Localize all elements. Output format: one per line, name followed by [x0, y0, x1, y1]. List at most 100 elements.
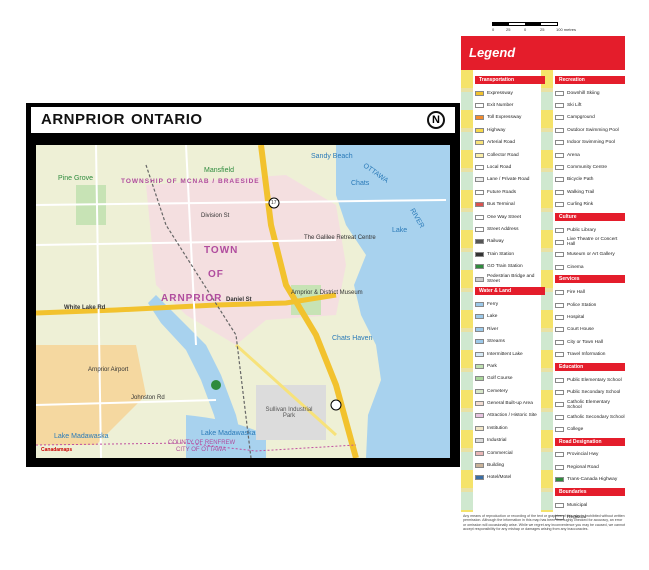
legend-swatch-icon [475, 115, 484, 121]
legend-item-label: Catholic Elementary School [567, 399, 610, 410]
legend-item: Downhill Skiing [555, 87, 625, 99]
legend-item-label: Future Roads [487, 189, 517, 195]
legend-item: Future Roads [475, 186, 545, 198]
legend-swatch-icon [475, 276, 484, 282]
legend-item: Ferry [475, 298, 545, 310]
map-title-main: ARNPRIOR [41, 111, 126, 128]
legend-swatch-icon [555, 189, 564, 195]
johnston-label: Johnston Rd [131, 395, 165, 401]
legend-item-label: Police Station [567, 302, 597, 308]
legend-swatch-icon [555, 264, 564, 270]
legend-swatch-icon [555, 90, 564, 96]
township-label: TOWNSHIP OF MCNAB / BRAESIDE [121, 178, 260, 185]
legend-swatch-icon [555, 290, 564, 296]
legend-swatch-icon [475, 339, 484, 345]
legend-item: Fire Hall [555, 286, 625, 298]
legend-swatch-icon [555, 239, 564, 245]
legend-item: Regional Road [555, 461, 625, 473]
legend-item-label: Trans-Canada Highway [567, 477, 618, 483]
legend-item: Bus Terminal [475, 199, 545, 211]
legend-swatch-icon [475, 251, 484, 257]
legend-item-label: General Built-up Area [487, 401, 533, 407]
hwy-17-label: 17 [271, 200, 277, 206]
legend-item-label: Exit Number [487, 103, 514, 109]
legend-swatch-icon [475, 226, 484, 232]
galilee-label: The Galilee Retreat Centre [304, 235, 376, 241]
legend-item: Hotel/Motel [475, 472, 545, 484]
scale-label-2: 0 [524, 27, 527, 32]
airport-area [36, 345, 146, 445]
legend-item-label: City or Town Hall [567, 339, 603, 345]
legend-swatch-icon [555, 127, 564, 133]
legend-section-header: Recreation [555, 76, 625, 84]
legend-item: College [555, 423, 625, 435]
legend-item-label: Museum or Art Gallery [567, 252, 615, 258]
sullivan-label: Sullivan Industrial Park [265, 407, 313, 419]
legend-item: Expressway [475, 87, 545, 99]
legend-section-header: Education [555, 362, 625, 371]
map-canvas[interactable]: Pine Grove Mansfield TOWNSHIP OF MCNAB /… [36, 145, 450, 458]
legend-column-2: Recreation Downhill Skiing Ski Lift Campgro… [555, 74, 625, 524]
legend-item: Public Secondary School [555, 386, 625, 398]
legend-section-header: Transportation [475, 76, 545, 84]
legend-item: City or Town Hall [555, 336, 625, 348]
legend-swatch-icon [555, 115, 564, 121]
legend-swatch-icon [475, 438, 484, 444]
legend-swatch-icon [555, 339, 564, 345]
legend-item-label: Cinema [567, 264, 584, 270]
watermark: Canadamaps [41, 447, 73, 453]
legend-item-label: Highway [487, 127, 506, 133]
scale-label-4: 100 metres [556, 27, 577, 32]
legend-swatch-icon [475, 376, 484, 382]
legend-item: Park [475, 360, 545, 372]
legend-item: Highway [475, 124, 545, 136]
legend-item-label: River [487, 326, 499, 332]
legend-swatch-icon [555, 252, 564, 258]
legend-swatch-icon [555, 352, 564, 358]
legend-item: Arena [555, 149, 625, 161]
legend-swatch-icon [555, 502, 564, 508]
legend-item-label: Lane / Private Road [487, 177, 530, 183]
mansfield-label: Mansfield [204, 167, 234, 174]
legend-header: Legend [461, 36, 625, 70]
legend-item-label: Live Theatre or Concert Hall [567, 237, 618, 248]
scale-label-1: 25 [506, 27, 511, 32]
legend-item-label: Catholic Secondary School [567, 414, 625, 420]
legend-section-header: Culture [555, 212, 625, 221]
white-lake-rd-label: White Lake Rd [64, 305, 106, 311]
legend-item-label: Toll Expressway [487, 115, 522, 121]
legend-swatch-icon [475, 264, 484, 270]
legend-item: Local Road [475, 161, 545, 173]
legend-swatch-icon [555, 464, 564, 470]
legend-item-label: Public Library [567, 227, 597, 233]
legend-item-label: College [567, 427, 584, 433]
legend-item: Golf Course [475, 373, 545, 385]
legend-swatch-icon [475, 214, 484, 220]
legend-item-label: Ski Lift [567, 103, 582, 109]
legend-item-label: One Way Street [487, 214, 521, 220]
legend-item-label: Campground [567, 115, 595, 121]
legend-item: Pedestrian Bridge and Street [475, 273, 545, 285]
legend-item-label: Attraction / Historic Site [487, 413, 537, 419]
legend-item: Building [475, 459, 545, 471]
city-label: CITY OF OTTAWA [176, 447, 226, 453]
legend-item: Attraction / Historic Site [475, 410, 545, 422]
legend-item: Toll Expressway [475, 112, 545, 124]
legend-swatch-icon [475, 413, 484, 419]
legend: Transportation Expressway Exit Number Toll … [461, 70, 625, 521]
airport-label: Arnprior Airport [88, 367, 129, 373]
legend-item: Arterial Road [475, 137, 545, 149]
legend-item-label: Indoor Swimming Pool [567, 140, 615, 146]
legend-item: Ski Lift [555, 99, 625, 111]
legend-item-label: Walking Trail [567, 189, 595, 195]
legend-section-header: Road Designation [555, 437, 625, 446]
legend-item-label: Downhill Skiing [567, 90, 600, 96]
museum-label: Arnprior & District Museum [291, 290, 363, 296]
legend-item: Collector Road [475, 149, 545, 161]
legend-item-label: Public Elementary School [567, 377, 622, 383]
legend-item: Museum or Art Gallery [555, 249, 625, 261]
legend-item-label: Train Station [487, 251, 515, 257]
legend-item: Outdoor Swimming Pool [555, 124, 625, 136]
lake-label: Lake [392, 227, 408, 234]
legend-item-label: Hospital [567, 314, 585, 320]
